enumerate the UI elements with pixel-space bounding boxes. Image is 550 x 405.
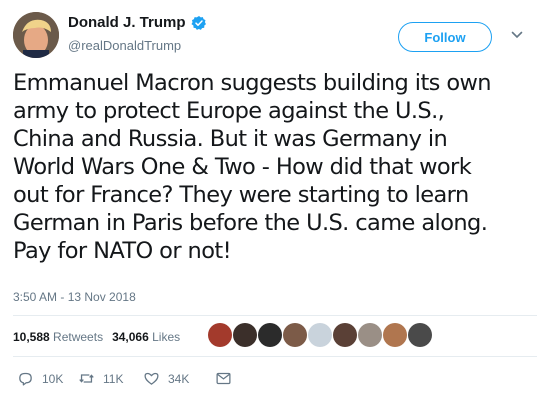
author-name-row: Donald J. Trump — [68, 14, 207, 31]
display-name[interactable]: Donald J. Trump — [68, 14, 186, 31]
tweet-line: World Wars One & Two - How did that work — [13, 154, 472, 180]
retweets-count: 10,588 — [13, 330, 50, 344]
avatar[interactable] — [13, 12, 59, 58]
handle[interactable]: @realDonaldTrump — [68, 38, 181, 53]
reply-count: 10K — [42, 371, 64, 386]
reply-icon — [19, 372, 32, 386]
liker-avatar[interactable] — [233, 323, 257, 347]
direct-message-icon — [216, 372, 231, 385]
like-count: 34K — [168, 371, 190, 386]
liker-avatar[interactable] — [308, 323, 332, 347]
liker-avatars — [208, 323, 433, 347]
tweet-card: Donald J. Trump @realDonaldTrump Follow … — [0, 0, 550, 405]
like-button[interactable]: 34K — [143, 370, 215, 387]
tweet-line: Pay for NATO or not! — [13, 238, 232, 264]
tweet-line: German in Paris before the U.S. came alo… — [13, 210, 488, 236]
retweets-stat[interactable]: 10,588 Retweets — [13, 330, 103, 344]
retweets-label: Retweets — [53, 330, 104, 344]
retweet-icon — [79, 374, 94, 383]
tweet-line: out for France? They were starting to le… — [13, 182, 469, 208]
liker-avatar[interactable] — [358, 323, 382, 347]
tweet-line: army to protect Europe against the U.S., — [13, 98, 445, 124]
follow-button[interactable]: Follow — [398, 22, 492, 52]
liker-avatar[interactable] — [208, 323, 232, 347]
liker-avatar[interactable] — [408, 323, 432, 347]
likes-stat[interactable]: 34,066 Likes — [112, 330, 180, 344]
liker-avatar[interactable] — [383, 323, 407, 347]
likes-label: Likes — [152, 330, 181, 344]
divider — [13, 356, 537, 357]
chevron-down-icon[interactable] — [511, 30, 523, 40]
retweet-count: 11K — [103, 371, 124, 386]
timestamp[interactable]: 3:50 AM - 13 Nov 2018 — [13, 290, 136, 304]
retweet-button[interactable]: 11K — [78, 370, 136, 387]
direct-message-button[interactable] — [215, 370, 232, 387]
action-bar: 10K 11K 34K — [17, 370, 232, 387]
divider — [13, 315, 537, 316]
engagement-stats: 10,588 Retweets 34,066 Likes — [13, 330, 180, 344]
liker-avatar[interactable] — [258, 323, 282, 347]
tweet-line: Emmanuel Macron suggests building its ow… — [13, 70, 492, 96]
reply-button[interactable]: 10K — [17, 370, 79, 387]
verified-badge-icon — [190, 15, 206, 30]
liker-avatar[interactable] — [333, 323, 357, 347]
tweet-line: China and Russia. But it was Germany in — [13, 126, 448, 152]
liker-avatar[interactable] — [283, 323, 307, 347]
likes-count: 34,066 — [112, 330, 149, 344]
tweet-text: Emmanuel Macron suggests building its ow… — [13, 69, 538, 265]
heart-icon — [144, 372, 159, 385]
